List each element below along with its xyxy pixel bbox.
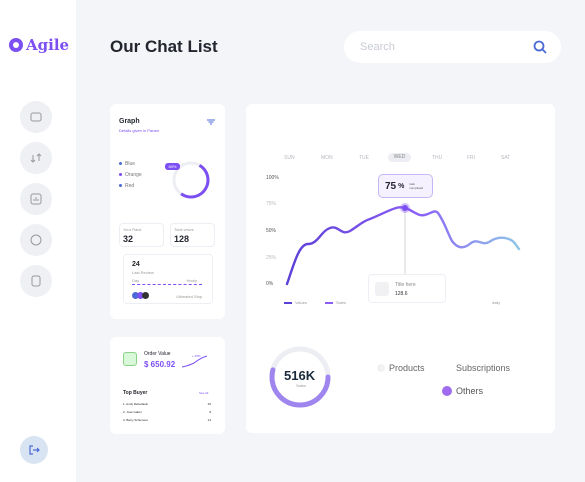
callout-icon: [375, 282, 389, 296]
chart-tooltip: 75 % task completed: [378, 174, 433, 198]
page-title: Our Chat List: [110, 37, 218, 56]
tooltip-value: 75: [385, 180, 397, 192]
list-item: 2. Jose Gabel 8: [123, 410, 211, 414]
analytics-icon: [30, 193, 42, 205]
transfer-icon: [30, 153, 42, 163]
stat-value: 128: [174, 234, 190, 244]
logo-icon: [9, 38, 23, 52]
sidebar: Agile: [0, 0, 76, 482]
legend-label: Sales: [335, 300, 346, 305]
buyer-value: 25: [207, 402, 211, 406]
legend-dot: [119, 173, 122, 177]
mini-sub: Last Review: [132, 270, 154, 275]
category-others[interactable]: Others: [442, 386, 483, 396]
mini-footer: Ultimated Stop: [176, 294, 203, 299]
chart-legend: Values Sales: [284, 300, 346, 305]
callout-title: Title here: [395, 282, 416, 288]
order-label: Order Value: [144, 351, 171, 357]
brand-name: Agile: [26, 36, 70, 54]
filter-icon[interactable]: [207, 119, 215, 125]
graph-card: Graph Details given in Param Blue Orange…: [110, 104, 225, 319]
category-label: Products: [389, 363, 425, 373]
mini-value: 24: [132, 261, 140, 268]
search-input[interactable]: Search: [360, 41, 395, 53]
nav-transfer[interactable]: [20, 142, 52, 174]
legend-label: Blue: [125, 161, 136, 167]
buyer-value: 14: [207, 418, 211, 422]
tooltip-unit: %: [398, 182, 405, 190]
nav-document[interactable]: [20, 265, 52, 297]
search-icon[interactable]: [533, 40, 547, 54]
buyer-name: 3. Barry Schumere: [123, 418, 149, 422]
nav-analytics[interactable]: [20, 183, 52, 215]
chart-callout: Title here 128.6: [368, 274, 446, 303]
gauge-badge: 80%: [165, 163, 180, 170]
nav-message[interactable]: [20, 224, 52, 256]
graph-subtitle: Details given in Param: [119, 128, 160, 133]
category-products[interactable]: Products: [377, 363, 425, 373]
mini-left: Day: [132, 278, 140, 283]
legend-label: Values: [295, 300, 307, 305]
document-icon: [31, 275, 41, 287]
daily-toggle[interactable]: daily: [492, 300, 500, 305]
top-buyer-title: Top Buyer: [123, 390, 148, 396]
category-dot: [442, 386, 452, 396]
avatar: [142, 292, 149, 299]
stat-value: 32: [123, 234, 134, 244]
mini-progress: [132, 284, 202, 285]
category-dot: [377, 364, 385, 372]
series-line: [285, 206, 521, 286]
nav-chat[interactable]: [20, 101, 52, 133]
brand-logo[interactable]: Agile: [9, 36, 69, 54]
stat-rank: Your Rank 32: [119, 223, 164, 247]
order-sparkline: [182, 355, 207, 368]
list-item: 1. Andy Rebuttasin 25: [123, 402, 211, 406]
tooltip-note: task completed: [409, 182, 424, 190]
order-value: $ 650.92: [144, 360, 176, 369]
legend-label: Red: [125, 183, 135, 189]
chat-icon: [30, 112, 42, 122]
graph-legend: Blue Orange Red: [119, 161, 142, 189]
avatar-group: [132, 292, 149, 299]
hover-point-core: [402, 205, 408, 211]
logout-icon: [29, 445, 40, 455]
category-label: Others: [456, 386, 484, 396]
legend-swatch: [324, 301, 333, 304]
buyer-list: 1. Andy Rebuttasin 25 2. Jose Gabel 8 3. B…: [123, 402, 211, 422]
buyer-name: 1. Andy Rebuttasin: [123, 402, 149, 406]
callout-value: 128.6: [395, 291, 408, 297]
stat-label: Total views: [174, 227, 194, 232]
stat-label: Your Rank: [123, 227, 142, 232]
graph-title: Graph: [119, 118, 140, 125]
order-icon: [123, 352, 137, 366]
sales-value: 516K: [284, 368, 316, 383]
buyer-value: 8: [209, 410, 211, 414]
legend-item: Sales: [324, 300, 346, 305]
stat-views: Total views 128: [170, 223, 215, 247]
category-subscriptions[interactable]: Subscriptions: [456, 363, 510, 373]
message-icon: [30, 234, 42, 246]
mini-right: Yearly: [186, 278, 197, 283]
order-card: Order Value $ 650.92 + 25% Top Buyer See…: [110, 337, 225, 434]
legend-item: Values: [284, 300, 307, 305]
list-item: 3. Barry Schumere 14: [123, 418, 211, 422]
legend-dot: [119, 162, 122, 166]
sales-label: Sales: [296, 383, 307, 388]
legend-swatch: [284, 301, 292, 304]
search-bar[interactable]: Search: [344, 31, 561, 63]
legend-label: Orange: [125, 172, 142, 178]
mini-review-card: 24 Last Review Day Yearly Ultimated Stop: [123, 254, 213, 304]
logout-button[interactable]: [20, 436, 48, 464]
see-all-link[interactable]: See All: [199, 391, 208, 395]
buyer-name: 2. Jose Gabel: [123, 410, 142, 414]
legend-dot: [119, 184, 122, 188]
